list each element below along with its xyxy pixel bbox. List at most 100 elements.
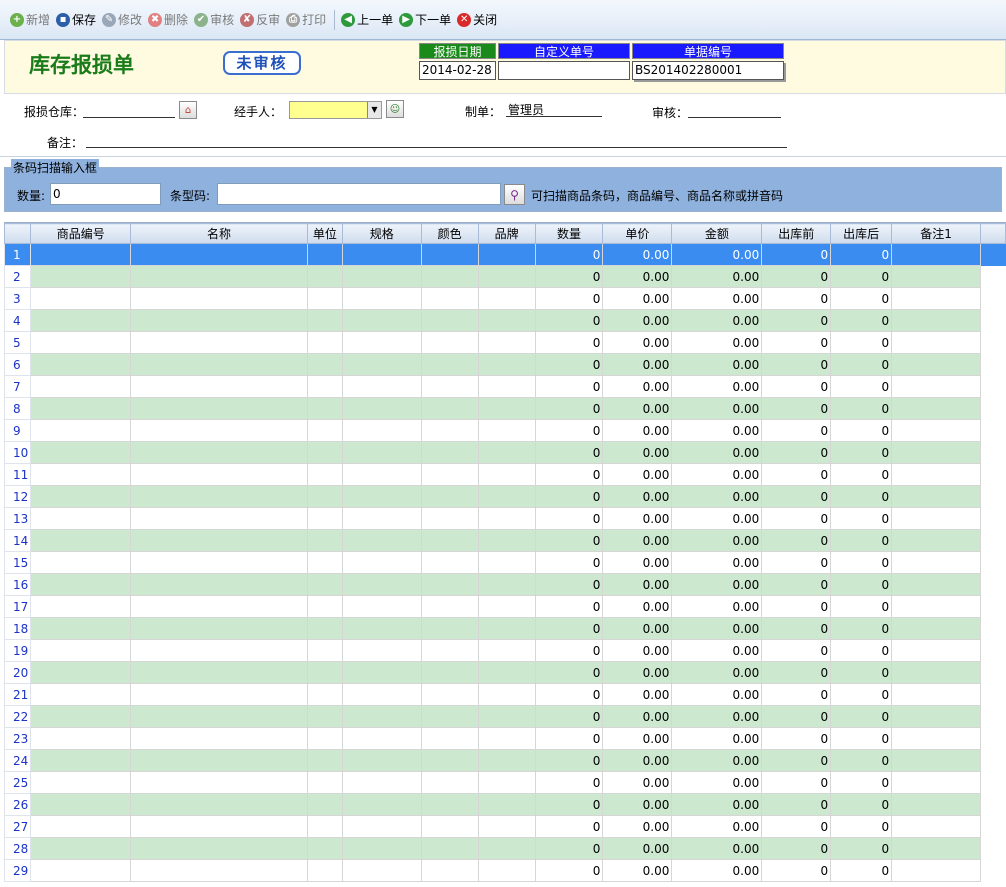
cell-color[interactable] xyxy=(420,837,479,860)
cell-spec[interactable] xyxy=(341,617,422,640)
cell-stock-before[interactable]: 0 xyxy=(761,507,832,530)
cell-unit-price[interactable]: 0.00 xyxy=(602,353,673,376)
cell-stock-before[interactable]: 0 xyxy=(761,837,832,860)
table-row[interactable]: 16 0 0.00 0.00 0 0 xyxy=(4,573,1006,596)
cell-brand[interactable] xyxy=(477,397,536,420)
cell-unit[interactable] xyxy=(306,309,343,332)
cell-stock-before[interactable]: 0 xyxy=(761,485,832,508)
cell-remark1[interactable] xyxy=(891,529,981,552)
cell-brand[interactable] xyxy=(477,287,536,310)
column-header[interactable]: 单位 xyxy=(306,223,343,244)
table-row[interactable]: 24 0 0.00 0.00 0 0 xyxy=(4,749,1006,772)
table-row[interactable]: 17 0 0.00 0.00 0 0 xyxy=(4,595,1006,618)
table-row[interactable]: 28 0 0.00 0.00 0 0 xyxy=(4,837,1006,860)
cell-quantity[interactable]: 0 xyxy=(534,485,604,508)
cell-product-code[interactable] xyxy=(30,551,132,574)
cell-color[interactable] xyxy=(420,705,479,728)
cell-unit[interactable] xyxy=(306,397,343,420)
cell-stock-after[interactable]: 0 xyxy=(830,419,893,442)
cell-color[interactable] xyxy=(420,573,479,596)
cell-quantity[interactable]: 0 xyxy=(534,309,604,332)
cell-color[interactable] xyxy=(420,639,479,662)
cell-product-code[interactable] xyxy=(30,837,132,860)
cell-color[interactable] xyxy=(420,771,479,794)
cell-brand[interactable] xyxy=(477,837,536,860)
cell-brand[interactable] xyxy=(477,617,536,640)
cell-brand[interactable] xyxy=(477,639,536,662)
cell-remark1[interactable] xyxy=(891,749,981,772)
row-number[interactable]: 21 xyxy=(4,683,32,706)
cell-remark1[interactable] xyxy=(891,683,981,706)
cell-unit[interactable] xyxy=(306,771,343,794)
cell-remark1[interactable] xyxy=(891,617,981,640)
handler-picker-button[interactable]: ☺ xyxy=(386,100,404,118)
cell-stock-after[interactable]: 0 xyxy=(830,309,893,332)
cell-amount[interactable]: 0.00 xyxy=(671,397,763,420)
cell-stock-after[interactable]: 0 xyxy=(830,617,893,640)
table-row[interactable]: 11 0 0.00 0.00 0 0 xyxy=(4,463,1006,486)
cell-spec[interactable] xyxy=(341,507,422,530)
row-number[interactable]: 7 xyxy=(4,375,32,398)
cell-remark1[interactable] xyxy=(891,441,981,464)
table-row[interactable]: 9 0 0.00 0.00 0 0 xyxy=(4,419,1006,442)
cell-spec[interactable] xyxy=(341,243,422,266)
row-number[interactable]: 17 xyxy=(4,595,32,618)
cell-name[interactable] xyxy=(130,837,308,860)
cell-brand[interactable] xyxy=(477,529,536,552)
cell-quantity[interactable]: 0 xyxy=(534,595,604,618)
cell-stock-after[interactable]: 0 xyxy=(830,353,893,376)
cell-stock-after[interactable]: 0 xyxy=(830,837,893,860)
cell-amount[interactable]: 0.00 xyxy=(671,595,763,618)
report-date-input[interactable]: 2014-02-28 xyxy=(419,61,496,80)
cell-stock-before[interactable]: 0 xyxy=(761,463,832,486)
row-number[interactable]: 16 xyxy=(4,573,32,596)
floppy-button[interactable]: ▪ 保存 xyxy=(54,9,100,31)
cell-name[interactable] xyxy=(130,441,308,464)
cell-product-code[interactable] xyxy=(30,639,132,662)
cell-stock-after[interactable]: 0 xyxy=(830,551,893,574)
cell-color[interactable] xyxy=(420,507,479,530)
cell-name[interactable] xyxy=(130,661,308,684)
cell-remark1[interactable] xyxy=(891,815,981,838)
cell-unit[interactable] xyxy=(306,573,343,596)
cell-amount[interactable]: 0.00 xyxy=(671,617,763,640)
row-number[interactable]: 19 xyxy=(4,639,32,662)
column-header[interactable]: 出库前 xyxy=(761,223,832,244)
cell-color[interactable] xyxy=(420,375,479,398)
cell-product-code[interactable] xyxy=(30,661,132,684)
cell-unit[interactable] xyxy=(306,551,343,574)
table-row[interactable]: 26 0 0.00 0.00 0 0 xyxy=(4,793,1006,816)
cell-color[interactable] xyxy=(420,353,479,376)
cell-brand[interactable] xyxy=(477,485,536,508)
cell-quantity[interactable]: 0 xyxy=(534,441,604,464)
row-number[interactable]: 4 xyxy=(4,309,32,332)
cell-stock-after[interactable]: 0 xyxy=(830,529,893,552)
cell-unit-price[interactable]: 0.00 xyxy=(602,771,673,794)
cell-stock-after[interactable]: 0 xyxy=(830,683,893,706)
cell-name[interactable] xyxy=(130,617,308,640)
cell-name[interactable] xyxy=(130,551,308,574)
cell-amount[interactable]: 0.00 xyxy=(671,309,763,332)
cell-unit[interactable] xyxy=(306,441,343,464)
cell-unit-price[interactable]: 0.00 xyxy=(602,705,673,728)
cell-brand[interactable] xyxy=(477,265,536,288)
cell-amount[interactable]: 0.00 xyxy=(671,705,763,728)
cell-stock-before[interactable]: 0 xyxy=(761,287,832,310)
cell-amount[interactable]: 0.00 xyxy=(671,507,763,530)
cell-remark1[interactable] xyxy=(891,353,981,376)
table-row[interactable]: 6 0 0.00 0.00 0 0 xyxy=(4,353,1006,376)
cell-stock-before[interactable]: 0 xyxy=(761,353,832,376)
column-header[interactable]: 出库后 xyxy=(830,223,893,244)
cell-brand[interactable] xyxy=(477,727,536,750)
cell-stock-before[interactable]: 0 xyxy=(761,639,832,662)
cell-brand[interactable] xyxy=(477,243,536,266)
cell-unit[interactable] xyxy=(306,463,343,486)
cell-unit-price[interactable]: 0.00 xyxy=(602,265,673,288)
cell-name[interactable] xyxy=(130,815,308,838)
cell-spec[interactable] xyxy=(341,793,422,816)
cell-remark1[interactable] xyxy=(891,397,981,420)
cell-name[interactable] xyxy=(130,595,308,618)
cell-unit[interactable] xyxy=(306,793,343,816)
cell-amount[interactable]: 0.00 xyxy=(671,331,763,354)
cell-spec[interactable] xyxy=(341,419,422,442)
